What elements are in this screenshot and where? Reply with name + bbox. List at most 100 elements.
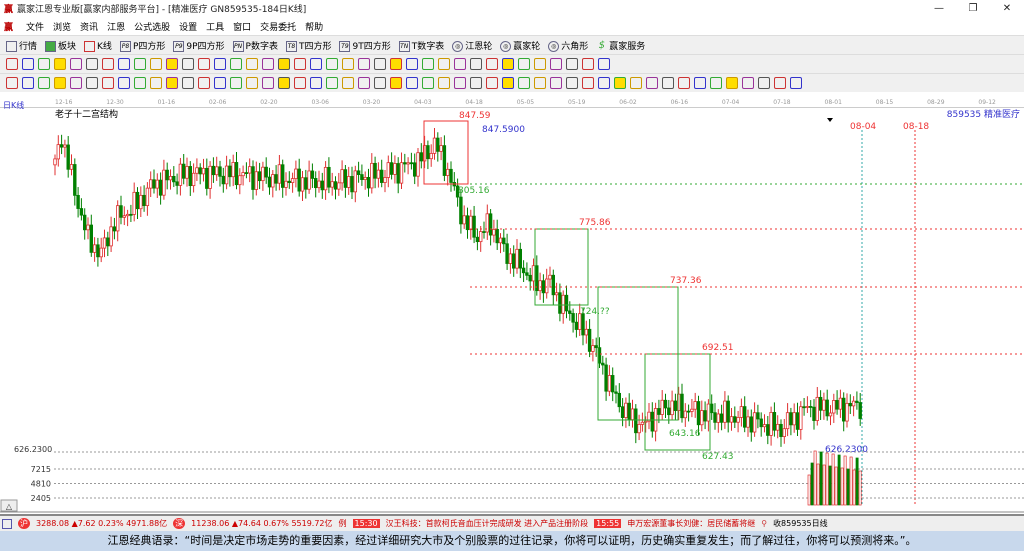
tool-icon[interactable] bbox=[502, 77, 514, 89]
tool-icon[interactable] bbox=[118, 58, 130, 70]
tool-icon[interactable] bbox=[230, 58, 242, 70]
tool-icon[interactable] bbox=[22, 77, 34, 89]
tool-icon[interactable] bbox=[422, 58, 434, 70]
tool-icon[interactable] bbox=[198, 77, 210, 89]
tool-icon[interactable] bbox=[502, 58, 514, 70]
tool-icon[interactable] bbox=[598, 77, 610, 89]
tool-icon[interactable] bbox=[22, 58, 34, 70]
tool-icon[interactable] bbox=[6, 58, 18, 70]
tool-icon[interactable] bbox=[310, 58, 322, 70]
tb-kline[interactable]: K线 bbox=[84, 39, 112, 52]
tool-icon[interactable] bbox=[486, 77, 498, 89]
tool-icon[interactable] bbox=[342, 58, 354, 70]
tool-icon[interactable] bbox=[422, 77, 434, 89]
tool-icon[interactable] bbox=[438, 77, 450, 89]
tb-hexagon[interactable]: ◎ 六角形 bbox=[548, 39, 588, 52]
tool-icon[interactable] bbox=[326, 77, 338, 89]
tool-icon[interactable] bbox=[742, 77, 754, 89]
tb-service[interactable]: $ 赢家服务 bbox=[596, 39, 646, 52]
tool-icon[interactable] bbox=[86, 77, 98, 89]
tb-p-table[interactable]: PN P数字表 bbox=[232, 39, 278, 52]
tool-icon[interactable] bbox=[550, 77, 562, 89]
news-item[interactable]: 汉王科技：首款柯氏音血压计完成研发 进入产品注册阶段 bbox=[386, 518, 589, 529]
menu-tools[interactable]: 工具 bbox=[206, 20, 224, 33]
tool-icon[interactable] bbox=[774, 77, 786, 89]
tool-icon[interactable] bbox=[534, 77, 546, 89]
tool-icon[interactable] bbox=[454, 77, 466, 89]
tool-icon[interactable] bbox=[470, 77, 482, 89]
tool-icon[interactable] bbox=[246, 77, 258, 89]
tb-p-square[interactable]: P8 P四方形 bbox=[119, 39, 165, 52]
tool-icon[interactable] bbox=[406, 77, 418, 89]
tool-icon[interactable] bbox=[38, 77, 50, 89]
tb-sector[interactable]: 板块 bbox=[45, 39, 76, 52]
tool-icon[interactable] bbox=[310, 77, 322, 89]
minimize-button[interactable]: — bbox=[922, 3, 956, 14]
tool-icon[interactable] bbox=[70, 58, 82, 70]
tool-icon[interactable] bbox=[54, 58, 66, 70]
menu-window[interactable]: 窗口 bbox=[233, 20, 251, 33]
tool-icon[interactable] bbox=[390, 58, 402, 70]
sh-index[interactable]: 3288.08 ▲7.62 0.23% 4971.88亿 bbox=[36, 518, 167, 529]
tool-icon[interactable] bbox=[182, 77, 194, 89]
tool-icon[interactable] bbox=[166, 58, 178, 70]
tool-icon[interactable] bbox=[710, 77, 722, 89]
tool-icon[interactable] bbox=[262, 77, 274, 89]
tool-icon[interactable] bbox=[118, 77, 130, 89]
tool-icon[interactable] bbox=[614, 77, 626, 89]
tool-icon[interactable] bbox=[294, 77, 306, 89]
dropdown-icon[interactable] bbox=[827, 118, 833, 122]
tool-icon[interactable] bbox=[70, 77, 82, 89]
tool-icon[interactable] bbox=[374, 58, 386, 70]
news-item[interactable]: 申万宏源董事长刘健：居民储蓄将继 bbox=[627, 518, 755, 529]
tb-t-table[interactable]: TN T数字表 bbox=[398, 39, 444, 52]
menu-trade[interactable]: 交易委托 bbox=[260, 20, 296, 33]
tool-icon[interactable] bbox=[534, 58, 546, 70]
tool-icon[interactable] bbox=[390, 77, 402, 89]
tb-quotes[interactable]: 行情 bbox=[6, 39, 37, 52]
tool-icon[interactable] bbox=[598, 58, 610, 70]
menu-gann[interactable]: 江恩 bbox=[107, 20, 125, 33]
menu-info[interactable]: 资讯 bbox=[80, 20, 98, 33]
tool-icon[interactable] bbox=[294, 58, 306, 70]
tool-icon[interactable] bbox=[758, 77, 770, 89]
tool-icon[interactable] bbox=[262, 58, 274, 70]
tool-icon[interactable] bbox=[182, 58, 194, 70]
tool-icon[interactable] bbox=[102, 77, 114, 89]
menu-settings[interactable]: 设置 bbox=[179, 20, 197, 33]
tool-icon[interactable] bbox=[470, 58, 482, 70]
tb-t-square[interactable]: T8 T四方形 bbox=[285, 39, 331, 52]
tool-icon[interactable] bbox=[374, 77, 386, 89]
tool-icon[interactable] bbox=[6, 77, 18, 89]
tool-icon[interactable] bbox=[630, 77, 642, 89]
tool-icon[interactable] bbox=[726, 77, 738, 89]
tool-icon[interactable] bbox=[278, 58, 290, 70]
menu-help[interactable]: 帮助 bbox=[305, 20, 323, 33]
tool-icon[interactable] bbox=[86, 58, 98, 70]
tool-icon[interactable] bbox=[438, 58, 450, 70]
tb-gann-wheel[interactable]: ◎ 江恩轮 bbox=[452, 39, 492, 52]
tool-icon[interactable] bbox=[230, 77, 242, 89]
tool-icon[interactable] bbox=[358, 58, 370, 70]
kline-chart[interactable]: 老子十二宫结构 859535 精准医疗 08-04 08-18 847.59 847.59… bbox=[0, 108, 1024, 513]
tb-winner-wheel[interactable]: ◎ 赢家轮 bbox=[500, 39, 540, 52]
menu-formula[interactable]: 公式选股 bbox=[134, 20, 170, 33]
tb-9t-square[interactable]: T9 9T四方形 bbox=[339, 39, 391, 52]
tool-icon[interactable] bbox=[54, 77, 66, 89]
tool-icon[interactable] bbox=[166, 77, 178, 89]
tool-icon[interactable] bbox=[678, 77, 690, 89]
sz-index[interactable]: 11238.06 ▲74.64 0.67% 5519.72亿 bbox=[191, 518, 332, 529]
tool-icon[interactable] bbox=[342, 77, 354, 89]
tool-icon[interactable] bbox=[102, 58, 114, 70]
tool-icon[interactable] bbox=[134, 58, 146, 70]
tool-icon[interactable] bbox=[694, 77, 706, 89]
tool-icon[interactable] bbox=[454, 58, 466, 70]
tool-icon[interactable] bbox=[582, 58, 594, 70]
close-button[interactable]: ✕ bbox=[990, 3, 1024, 14]
tool-icon[interactable] bbox=[566, 77, 578, 89]
tool-icon[interactable] bbox=[246, 58, 258, 70]
tool-icon[interactable] bbox=[518, 77, 530, 89]
tool-icon[interactable] bbox=[582, 77, 594, 89]
tool-icon[interactable] bbox=[518, 58, 530, 70]
tool-icon[interactable] bbox=[790, 77, 802, 89]
